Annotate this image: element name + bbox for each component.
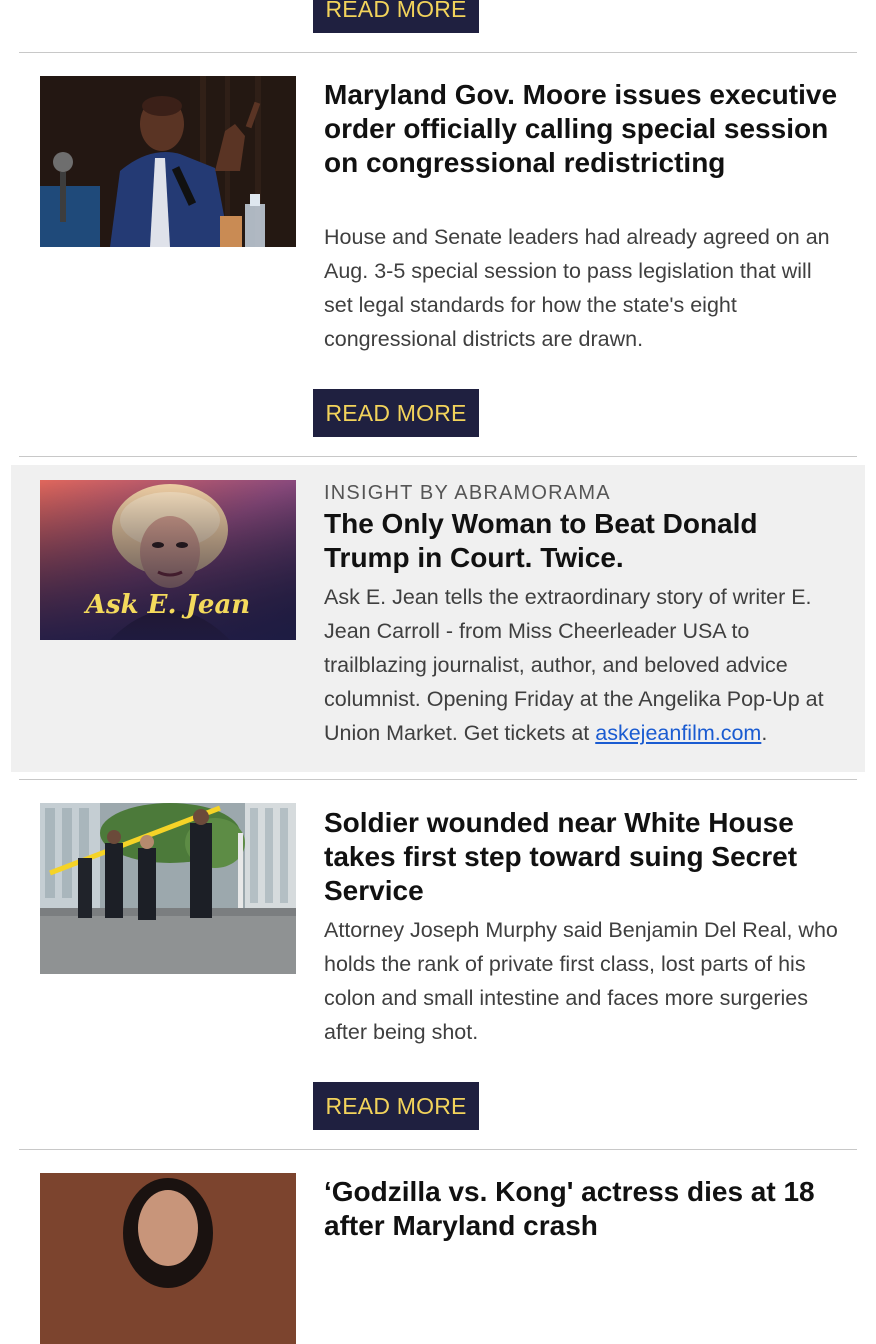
sponsored-kicker: INSIGHT BY ABRAMORAMA — [324, 482, 611, 504]
portrait-photo-icon — [40, 1173, 296, 1344]
divider — [19, 1149, 857, 1150]
story-image[interactable] — [40, 76, 296, 247]
sponsored-summary: Ask E. Jean tells the extraordinary stor… — [324, 580, 844, 750]
story-headline[interactable]: Soldier wounded near White House takes f… — [324, 806, 844, 908]
divider — [19, 779, 857, 780]
story-summary: Attorney Joseph Murphy said Benjamin Del… — [324, 918, 838, 1044]
story-headline[interactable]: ‘Godzilla vs. Kong' actress dies at 18 a… — [324, 1175, 844, 1243]
divider — [19, 52, 857, 53]
story-headline[interactable]: Maryland Gov. Moore issues executive ord… — [324, 78, 844, 180]
divider — [19, 456, 857, 457]
portrait-photo-icon — [40, 76, 296, 247]
read-more-button[interactable]: READ MORE — [313, 0, 479, 33]
story-image[interactable] — [40, 803, 296, 974]
sponsored-image[interactable]: Ask E. Jean — [40, 480, 296, 640]
sponsored-summary-end: . — [761, 721, 768, 745]
sponsor-link[interactable]: askejeanfilm.com — [595, 721, 761, 745]
story-summary: House and Senate leaders had already agr… — [324, 225, 830, 351]
story-image[interactable] — [40, 1173, 296, 1344]
read-more-button[interactable]: READ MORE — [313, 389, 479, 437]
poster-title: Ask E. Jean — [85, 590, 251, 620]
street-scene-photo-icon — [40, 803, 296, 974]
read-more-button[interactable]: READ MORE — [313, 1082, 479, 1130]
sponsored-headline[interactable]: The Only Woman to Beat Donald Trump in C… — [324, 507, 844, 575]
